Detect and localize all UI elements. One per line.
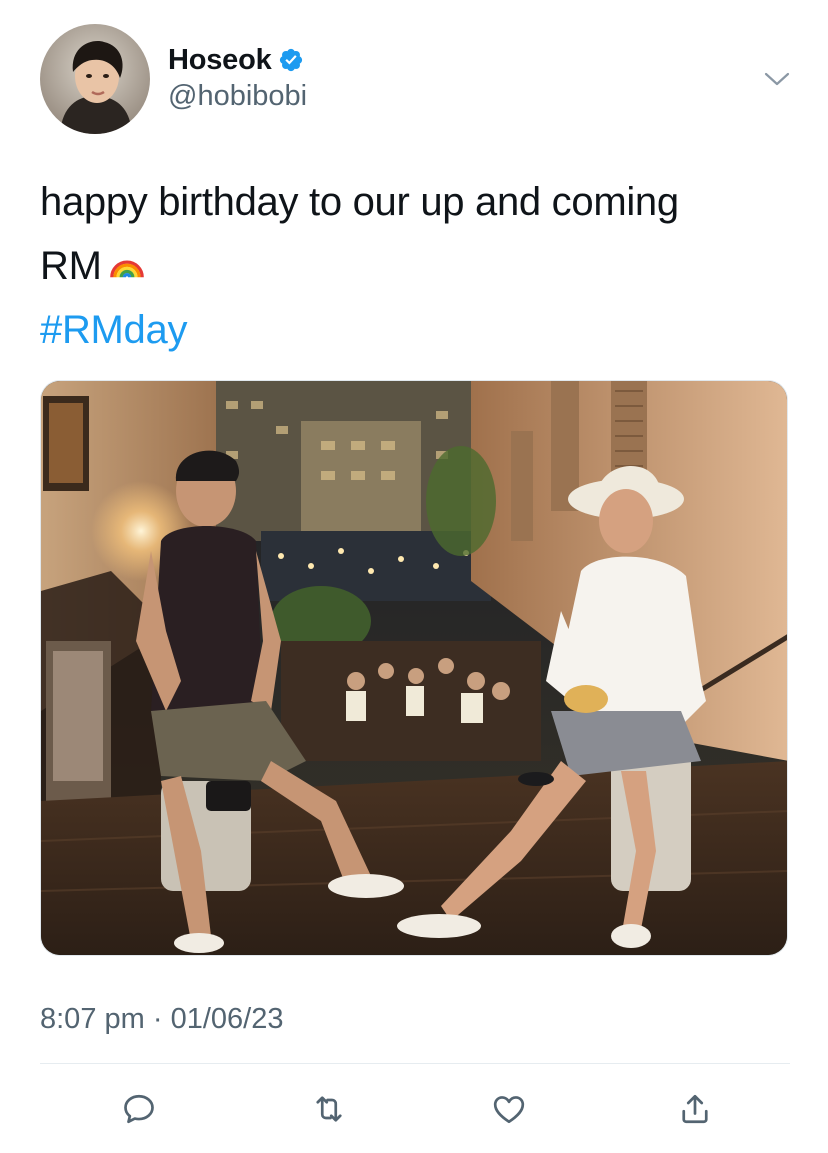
more-options-button[interactable] (762, 64, 792, 94)
heart-icon (493, 1096, 525, 1124)
tweet-text: happy birthday to our up and coming RM #… (40, 170, 800, 362)
tweet-date[interactable]: 01/06/23 (171, 1003, 284, 1035)
reply-button[interactable] (112, 1082, 166, 1136)
share-button[interactable] (668, 1082, 722, 1136)
retweet-icon (316, 1096, 342, 1122)
photo-image (41, 381, 787, 955)
retweet-button[interactable] (302, 1082, 356, 1136)
rainbow-icon (109, 260, 144, 278)
avatar[interactable] (40, 24, 150, 134)
author-name-row: Hoseok (168, 42, 304, 78)
tweet-actions (40, 1082, 790, 1136)
tweet-text-line-1: happy birthday to our up and coming (40, 180, 679, 224)
display-name[interactable]: Hoseok (168, 44, 272, 77)
verified-badge-icon (279, 48, 302, 72)
tweet-timestamp: 8:07 pm · 01/06/23 (40, 1003, 283, 1036)
divider (40, 1063, 790, 1064)
author-handle[interactable]: @hobibobi (168, 80, 307, 113)
tweet-photo[interactable] (40, 380, 788, 956)
tweet-text-rm: RM (40, 244, 102, 288)
share-icon (682, 1094, 708, 1124)
chevron-down-icon (764, 72, 790, 86)
tweet-time[interactable]: 8:07 pm (40, 1003, 145, 1035)
hashtag-link[interactable]: #RMday (40, 298, 800, 362)
avatar-image (40, 24, 150, 134)
reply-icon (124, 1094, 154, 1124)
tweet-text-line-2: RM (40, 234, 800, 298)
like-button[interactable] (482, 1082, 536, 1136)
timestamp-separator: · (152, 1003, 163, 1035)
